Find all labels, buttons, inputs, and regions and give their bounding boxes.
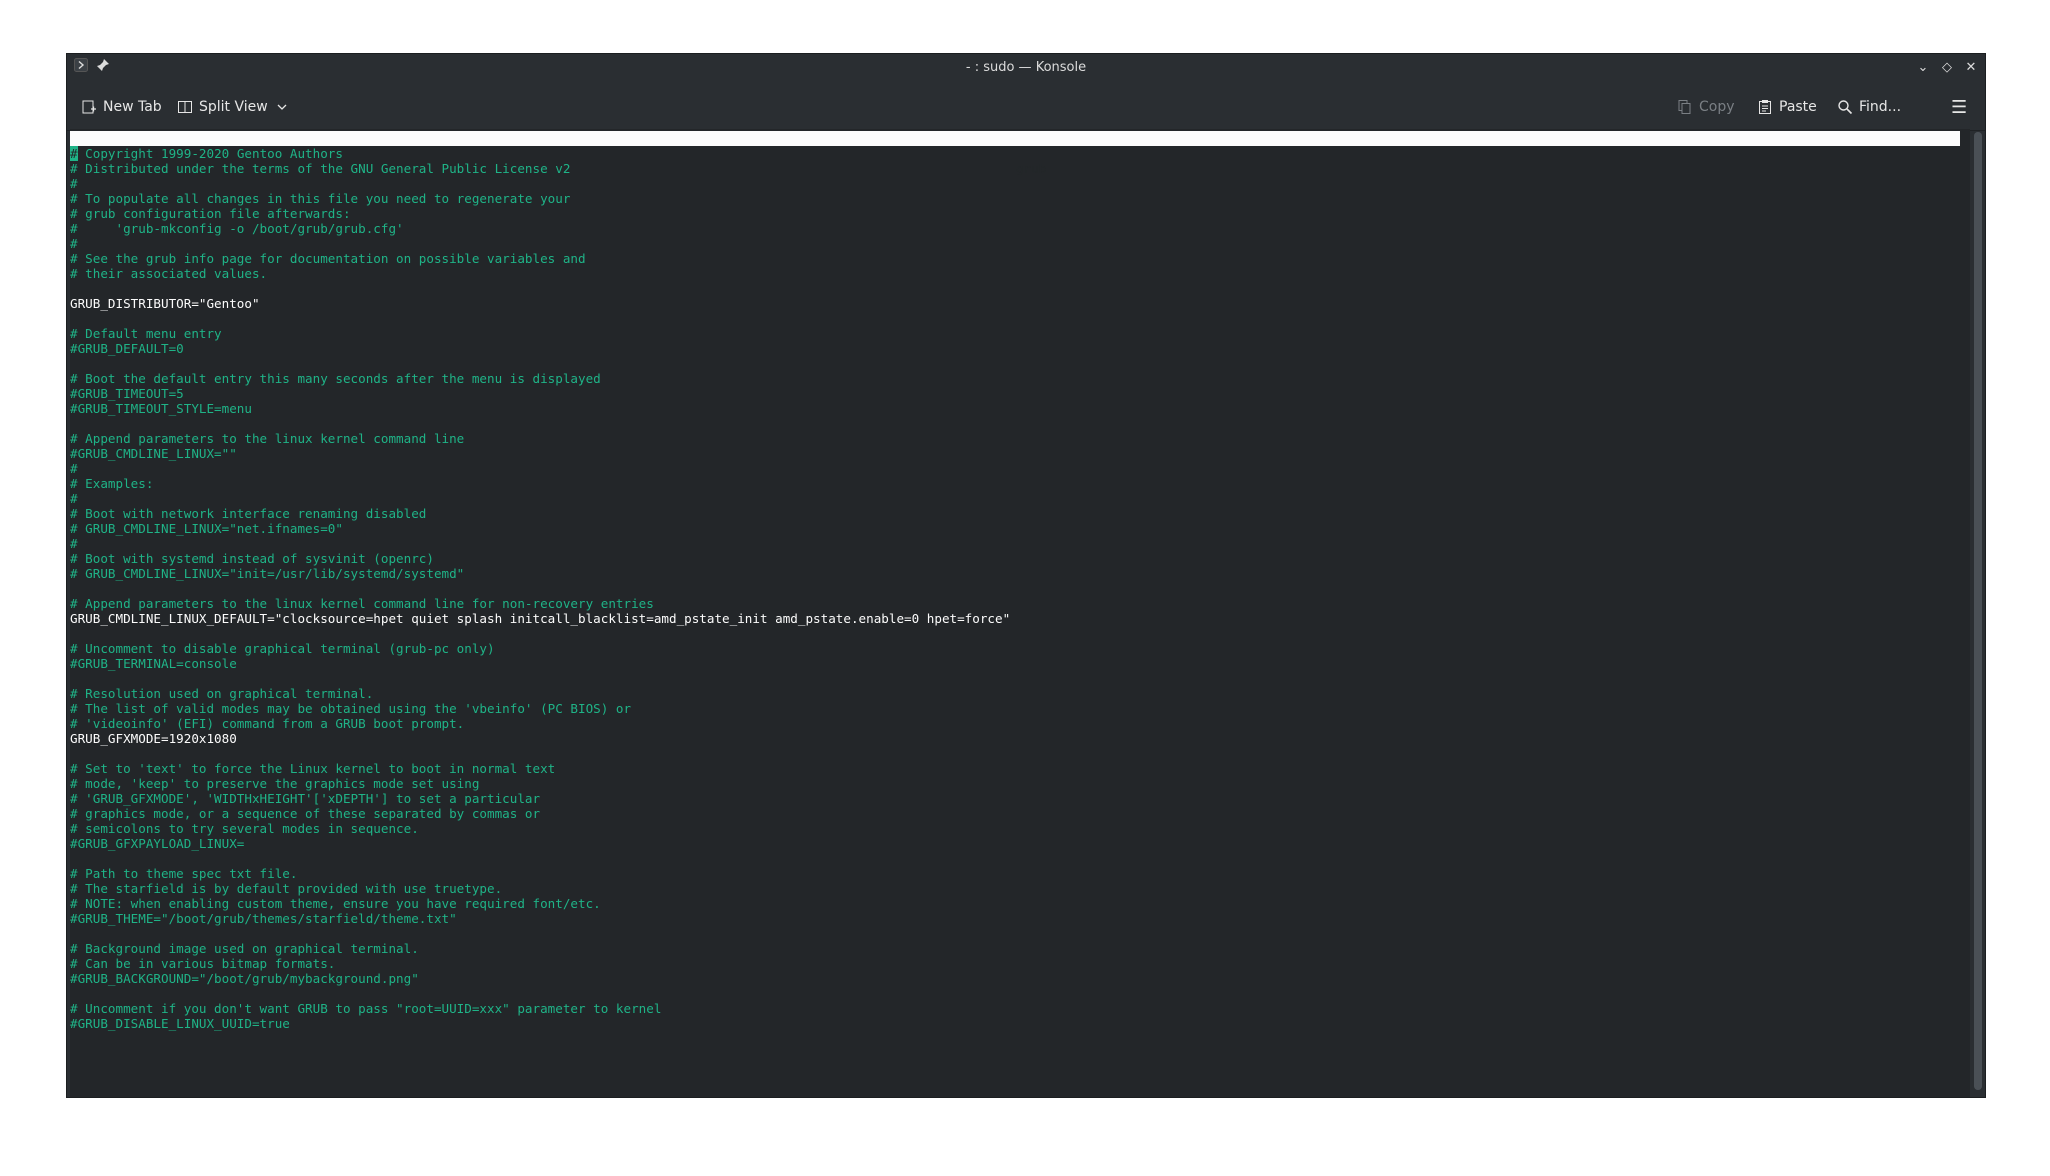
editor-line[interactable]: #GRUB_BACKGROUND="/boot/grub/mybackgroun… xyxy=(70,971,1960,986)
editor-line[interactable]: #GRUB_TERMINAL=console xyxy=(70,656,1960,671)
editor-line[interactable]: #GRUB_CMDLINE_LINUX="" xyxy=(70,446,1960,461)
editor-line[interactable]: # semicolons to try several modes in seq… xyxy=(70,821,1960,836)
editor-line[interactable]: # Can be in various bitmap formats. xyxy=(70,956,1960,971)
editor-line[interactable]: # Append parameters to the linux kernel … xyxy=(70,431,1960,446)
editor-line[interactable]: # Uncomment if you don't want GRUB to pa… xyxy=(70,1001,1960,1016)
editor-line[interactable] xyxy=(70,671,1960,686)
editor-content[interactable]: # Copyright 1999-2020 Gentoo Authors # Di… xyxy=(70,146,1960,1031)
editor-line[interactable]: # mode, 'keep' to preserve the graphics … xyxy=(70,776,1960,791)
editor-line[interactable]: # See the grub info page for documentati… xyxy=(70,251,1960,266)
konsole-window: - : sudo — Konsole ⌄ ◇ ✕ New Tab Split V… xyxy=(66,53,1986,1098)
paste-icon xyxy=(1757,99,1773,115)
editor-line[interactable]: # xyxy=(70,176,1960,191)
editor-line[interactable]: # Background image used on graphical ter… xyxy=(70,941,1960,956)
diamond-icon[interactable]: ◇ xyxy=(1937,58,1957,78)
find-button[interactable]: Find... xyxy=(1837,96,1901,118)
editor-line[interactable]: # To populate all changes in this file y… xyxy=(70,191,1960,206)
editor-line[interactable]: # their associated values. xyxy=(70,266,1960,281)
editor-line[interactable]: # 'GRUB_GFXMODE', 'WIDTHxHEIGHT'['xDEPTH… xyxy=(70,791,1960,806)
editor-line[interactable] xyxy=(70,281,1960,296)
editor-line[interactable]: #GRUB_GFXPAYLOAD_LINUX= xyxy=(70,836,1960,851)
editor-line[interactable]: GRUB_GFXMODE=1920x1080 xyxy=(70,731,1960,746)
text-cursor: # xyxy=(70,146,78,161)
editor-line[interactable] xyxy=(70,926,1960,941)
editor-line[interactable]: GRUB_CMDLINE_LINUX_DEFAULT="clocksource=… xyxy=(70,611,1960,626)
nano-title-bar: GNU nano 8.4 grub xyxy=(70,131,1960,176)
editor-line[interactable]: # Resolution used on graphical terminal. xyxy=(70,686,1960,701)
toolbar: New Tab Split View Copy Paste Find... ☰ xyxy=(67,82,1985,131)
editor-line[interactable]: # GRUB_CMDLINE_LINUX="net.ifnames=0" xyxy=(70,521,1960,536)
editor-line[interactable]: # NOTE: when enabling custom theme, ensu… xyxy=(70,896,1960,911)
editor-line[interactable]: #GRUB_DEFAULT=0 xyxy=(70,341,1960,356)
editor-line[interactable]: #GRUB_TIMEOUT=5 xyxy=(70,386,1960,401)
editor-line[interactable]: # xyxy=(70,491,1960,506)
editor-line[interactable]: # Boot with systemd instead of sysvinit … xyxy=(70,551,1960,566)
editor-line[interactable] xyxy=(70,626,1960,641)
editor-line[interactable] xyxy=(70,416,1960,431)
editor-line[interactable]: # grub configuration file afterwards: xyxy=(70,206,1960,221)
scrollbar[interactable] xyxy=(1974,132,1982,1090)
new-tab-button[interactable]: New Tab xyxy=(81,96,162,118)
editor-line[interactable]: # Uncomment to disable graphical termina… xyxy=(70,641,1960,656)
hamburger-menu-icon[interactable]: ☰ xyxy=(1951,96,1967,118)
editor-line[interactable]: # Copyright 1999-2020 Gentoo Authors xyxy=(70,146,1960,161)
editor-line[interactable]: # xyxy=(70,536,1960,551)
split-view-label: Split View xyxy=(199,99,268,115)
chevron-down-icon[interactable] xyxy=(274,99,290,115)
editor-line[interactable]: # Boot the default entry this many secon… xyxy=(70,371,1960,386)
scrollbar-thumb[interactable] xyxy=(1974,132,1982,1090)
editor-line[interactable] xyxy=(70,986,1960,1001)
editor-line[interactable]: # Boot with network interface renaming d… xyxy=(70,506,1960,521)
editor-line[interactable]: # 'videoinfo' (EFI) command from a GRUB … xyxy=(70,716,1960,731)
editor-line[interactable]: GRUB_DISTRIBUTOR="Gentoo" xyxy=(70,296,1960,311)
editor-line[interactable]: # The list of valid modes may be obtaine… xyxy=(70,701,1960,716)
editor-line[interactable]: # graphics mode, or a sequence of these … xyxy=(70,806,1960,821)
copy-button[interactable]: Copy xyxy=(1677,96,1735,118)
title-bar: - : sudo — Konsole ⌄ ◇ ✕ xyxy=(67,54,1985,82)
editor-line-text: Copyright 1999-2020 Gentoo Authors xyxy=(77,146,343,161)
split-view-button[interactable]: Split View xyxy=(177,96,290,118)
editor-line[interactable]: #GRUB_TIMEOUT_STYLE=menu xyxy=(70,401,1960,416)
split-view-icon xyxy=(177,99,193,115)
editor-line[interactable]: # Append parameters to the linux kernel … xyxy=(70,596,1960,611)
copy-icon xyxy=(1677,99,1693,115)
editor-line[interactable]: # Path to theme spec txt file. xyxy=(70,866,1960,881)
editor-line[interactable]: # 'grub-mkconfig -o /boot/grub/grub.cfg' xyxy=(70,221,1960,236)
editor-line[interactable] xyxy=(70,356,1960,371)
editor-line[interactable] xyxy=(70,311,1960,326)
close-icon[interactable]: ✕ xyxy=(1961,58,1981,78)
editor-line[interactable] xyxy=(70,851,1960,866)
find-label: Find... xyxy=(1859,99,1902,115)
editor-line[interactable]: # xyxy=(70,461,1960,476)
editor-line[interactable]: # Distributed under the terms of the GNU… xyxy=(70,161,1960,176)
chevron-down-icon[interactable]: ⌄ xyxy=(1913,58,1933,78)
editor-line[interactable] xyxy=(70,746,1960,761)
paste-button[interactable]: Paste xyxy=(1757,96,1817,118)
editor-line[interactable]: #GRUB_THEME="/boot/grub/themes/starfield… xyxy=(70,911,1960,926)
copy-label: Copy xyxy=(1699,99,1735,115)
window-title: - : sudo — Konsole xyxy=(965,60,1087,75)
paste-label: Paste xyxy=(1779,99,1817,115)
new-tab-icon xyxy=(81,99,97,115)
editor-line[interactable]: # xyxy=(70,236,1960,251)
editor-line[interactable]: # Examples: xyxy=(70,476,1960,491)
editor-line[interactable]: #GRUB_DISABLE_LINUX_UUID=true xyxy=(70,1016,1960,1031)
terminal-area[interactable]: GNU nano 8.4 grub # Copyright 1999-2020 … xyxy=(70,129,1970,1097)
search-icon xyxy=(1837,99,1853,115)
editor-line[interactable]: # GRUB_CMDLINE_LINUX="init=/usr/lib/syst… xyxy=(70,566,1960,581)
editor-line[interactable]: # Default menu entry xyxy=(70,326,1960,341)
editor-line[interactable]: # The starfield is by default provided w… xyxy=(70,881,1960,896)
editor-line[interactable]: # Set to 'text' to force the Linux kerne… xyxy=(70,761,1960,776)
new-tab-label: New Tab xyxy=(103,99,162,115)
editor-line[interactable] xyxy=(70,581,1960,596)
